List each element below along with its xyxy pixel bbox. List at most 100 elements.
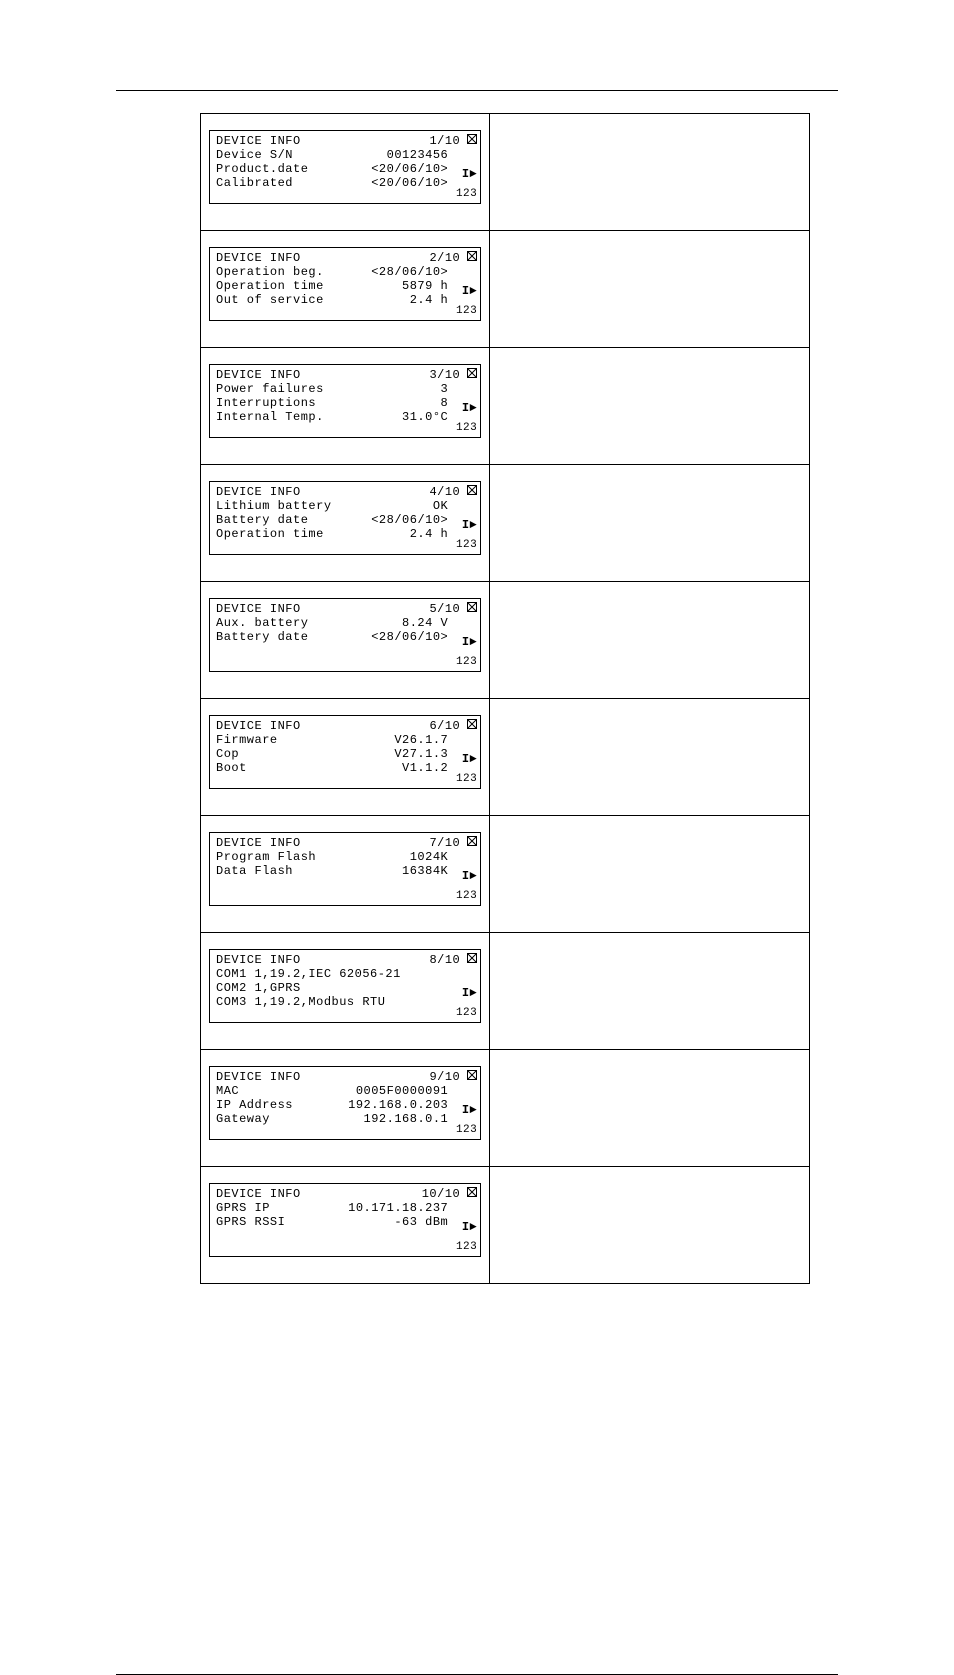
status-box-icon [467,1187,477,1197]
lcd-header: DEVICE INFO3/10 [216,368,474,382]
lcd-value: OK [433,499,448,513]
status-box-icon [467,485,477,495]
lcd-title: DEVICE INFO [216,251,301,265]
numeric-indicator: 123 [456,655,477,669]
lcd-screen-10: DEVICE INFO10/10GPRS IP10.171.18.237GPRS… [209,1183,481,1257]
lcd-value: V26.1.7 [394,733,448,747]
description-cell [490,816,810,933]
lcd-value: 192.168.0.1 [364,1112,449,1126]
lcd-row: Calibrated<20/06/10> [216,176,474,190]
lcd-value: 1024K [410,850,449,864]
lcd-label: Product.date [216,162,308,176]
status-box-icon [467,1070,477,1080]
lcd-value: 00123456 [387,148,449,162]
arrow-indicator-icon: I► [462,986,477,1000]
lcd-title: DEVICE INFO [216,836,301,850]
lcd-row: Gateway 192.168.0.1 [216,1112,474,1126]
lcd-value: 10.171.18.237 [348,1201,448,1215]
lcd-screen-9: DEVICE INFO9/10MAC0005F0000091IP Address… [209,1066,481,1140]
lcd-header: DEVICE INFO4/10 [216,485,474,499]
lcd-title: DEVICE INFO [216,485,301,499]
lcd-value: V27.1.3 [394,747,448,761]
status-box-icon [467,836,477,846]
lcd-value: <28/06/10> [371,513,448,527]
lcd-label: GPRS IP [216,1201,270,1215]
lcd-header: DEVICE INFO7/10 [216,836,474,850]
header-rule [116,90,838,91]
arrow-indicator-icon: I► [462,869,477,883]
lcd-label: Firmware [216,733,278,747]
lcd-line: COM3 1,19.2,Modbus RTU [216,995,474,1009]
numeric-indicator: 123 [456,421,477,435]
lcd-value: 0005F0000091 [356,1084,448,1098]
lcd-label: Gateway [216,1112,270,1126]
lcd-header: DEVICE INFO1/10 [216,134,474,148]
numeric-indicator: 123 [456,187,477,201]
arrow-indicator-icon: I► [462,167,477,181]
arrow-indicator-icon: I► [462,1103,477,1117]
lcd-value: V1.1.2 [402,761,448,775]
numeric-indicator: 123 [456,1123,477,1137]
lcd-header: DEVICE INFO6/10 [216,719,474,733]
lcd-value: 3 [441,382,449,396]
description-cell [490,582,810,699]
lcd-row: GPRS RSSI -63 dBm [216,1215,474,1229]
arrow-indicator-icon: I► [462,401,477,415]
lcd-label: Battery date [216,630,308,644]
description-cell [490,231,810,348]
lcd-row: Operation time2.4 h [216,527,474,541]
status-box-icon [467,953,477,963]
lcd-row: Lithium battery OK [216,499,474,513]
lcd-title: DEVICE INFO [216,134,301,148]
lcd-row: GPRS IP 10.171.18.237 [216,1201,474,1215]
lcd-label: Boot [216,761,247,775]
lcd-row: Firmware V26.1.7 [216,733,474,747]
lcd-value: <28/06/10> [371,630,448,644]
lcd-value: 2.4 h [410,527,449,541]
lcd-screen-3: DEVICE INFO3/10Power failures3Interrupti… [209,364,481,438]
lcd-value: 16384K [402,864,448,878]
device-info-table: DEVICE INFO1/10Device S/N 00123456 Product… [200,113,810,1284]
lcd-row: Aux. battery8.24 V [216,616,474,630]
numeric-indicator: 123 [456,304,477,318]
lcd-row: Device S/N 00123456 [216,148,474,162]
description-cell [490,933,810,1050]
lcd-title: DEVICE INFO [216,719,301,733]
lcd-title: DEVICE INFO [216,602,301,616]
lcd-header: DEVICE INFO8/10 [216,953,474,967]
lcd-value: -63 dBm [394,1215,448,1229]
numeric-indicator: 123 [456,772,477,786]
lcd-value: 8 [441,396,449,410]
status-box-icon [467,134,477,144]
arrow-indicator-icon: I► [462,518,477,532]
numeric-indicator: 123 [456,1240,477,1254]
lcd-screen-4: DEVICE INFO4/10Lithium battery OKBattery … [209,481,481,555]
numeric-indicator: 123 [456,1006,477,1020]
lcd-label: Aux. battery [216,616,308,630]
lcd-label: MAC [216,1084,239,1098]
status-box-icon [467,251,477,261]
lcd-row: Battery date <28/06/10> [216,630,474,644]
lcd-label: Power failures [216,382,324,396]
lcd-row: Battery date<28/06/10> [216,513,474,527]
status-box-icon [467,602,477,612]
lcd-label: GPRS RSSI [216,1215,285,1229]
lcd-label: Operation time [216,279,324,293]
lcd-row: Operation beg.<28/06/10> [216,265,474,279]
lcd-label: IP Address [216,1098,293,1112]
lcd-row: Internal Temp.31.0°C [216,410,474,424]
description-cell [490,699,810,816]
lcd-title: DEVICE INFO [216,1070,301,1084]
lcd-screen-7: DEVICE INFO7/10Program Flash1024KData Fl… [209,832,481,906]
lcd-title: DEVICE INFO [216,1187,301,1201]
lcd-row: CopV27.1.3 [216,747,474,761]
lcd-row: IP Address192.168.0.203 [216,1098,474,1112]
lcd-label: Device S/N [216,148,293,162]
lcd-label: Lithium battery [216,499,332,513]
description-cell [490,465,810,582]
lcd-row: Data Flash16384K [216,864,474,878]
page: DEVICE INFO1/10Device S/N 00123456 Product… [0,90,954,1675]
lcd-line: COM1 1,19.2,IEC 62056-21 [216,967,474,981]
lcd-label: Out of service [216,293,324,307]
lcd-screen-1: DEVICE INFO1/10Device S/N 00123456 Product… [209,130,481,204]
